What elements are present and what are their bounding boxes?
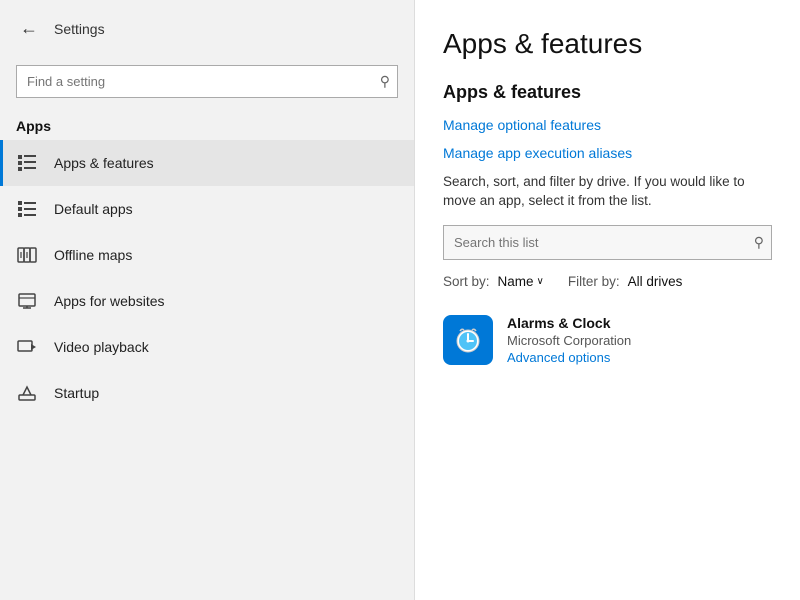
filter-by-value: All drives — [628, 274, 683, 289]
startup-icon — [16, 382, 38, 404]
sort-chevron-icon: ∨ — [537, 276, 544, 287]
sidebar-item-video-playback[interactable]: Video playback — [0, 324, 414, 370]
apps-features-icon — [16, 152, 38, 174]
sort-filter-row: Sort by: Name ∨ Filter by: All drives — [443, 274, 772, 289]
search-this-list-input[interactable] — [443, 225, 772, 260]
find-setting-container: ⚲ — [0, 57, 414, 110]
sidebar-item-apps-features-label: Apps & features — [54, 155, 154, 171]
sidebar-item-offline-maps[interactable]: Offline maps — [0, 232, 414, 278]
sort-by-label: Sort by: — [443, 274, 490, 289]
manage-optional-features-link[interactable]: Manage optional features — [443, 117, 772, 133]
sidebar-item-apps-websites[interactable]: Apps for websites — [0, 278, 414, 324]
description-text: Search, sort, and filter by drive. If yo… — [443, 173, 772, 211]
sidebar-item-offline-maps-label: Offline maps — [54, 247, 132, 263]
default-apps-icon — [16, 198, 38, 220]
sidebar-item-startup-label: Startup — [54, 385, 99, 401]
sidebar-item-default-apps[interactable]: Default apps — [0, 186, 414, 232]
apps-section-label: Apps — [0, 110, 414, 140]
find-setting-input[interactable] — [16, 65, 398, 98]
sort-by-dropdown[interactable]: Name ∨ — [498, 274, 544, 289]
sidebar-item-default-apps-label: Default apps — [54, 201, 133, 217]
alarms-clock-info: Alarms & Clock Microsoft Corporation Adv… — [507, 315, 631, 365]
back-arrow-icon: ← — [20, 18, 38, 39]
main-content: Apps & features Apps & features Manage o… — [415, 0, 800, 600]
find-setting-wrapper: ⚲ — [16, 65, 398, 98]
sidebar-title: Settings — [54, 21, 105, 37]
sort-by-value: Name — [498, 274, 534, 289]
sidebar-item-startup[interactable]: Startup — [0, 370, 414, 416]
list-search-wrapper: ⚲ — [443, 225, 772, 260]
back-button[interactable]: ← — [16, 14, 42, 43]
app-list-item: Alarms & Clock Microsoft Corporation Adv… — [443, 305, 772, 375]
sidebar-header: ← Settings — [0, 0, 414, 57]
apps-websites-icon — [16, 290, 38, 312]
app-publisher: Microsoft Corporation — [507, 333, 631, 348]
sidebar-item-apps-features[interactable]: Apps & features — [0, 140, 414, 186]
alarms-clock-icon — [443, 315, 493, 365]
sidebar-nav: Apps & features Default apps — [0, 140, 414, 416]
sidebar: ← Settings ⚲ Apps Apps — [0, 0, 415, 600]
section-title: Apps & features — [443, 82, 772, 103]
video-playback-icon — [16, 336, 38, 358]
advanced-options-link[interactable]: Advanced options — [507, 350, 631, 365]
page-title: Apps & features — [443, 28, 772, 60]
filter-by-label: Filter by: — [568, 274, 620, 289]
app-name: Alarms & Clock — [507, 315, 631, 331]
offline-maps-icon — [16, 244, 38, 266]
sidebar-item-video-playback-label: Video playback — [54, 339, 149, 355]
manage-app-execution-aliases-link[interactable]: Manage app execution aliases — [443, 145, 772, 161]
sidebar-item-apps-websites-label: Apps for websites — [54, 293, 165, 309]
